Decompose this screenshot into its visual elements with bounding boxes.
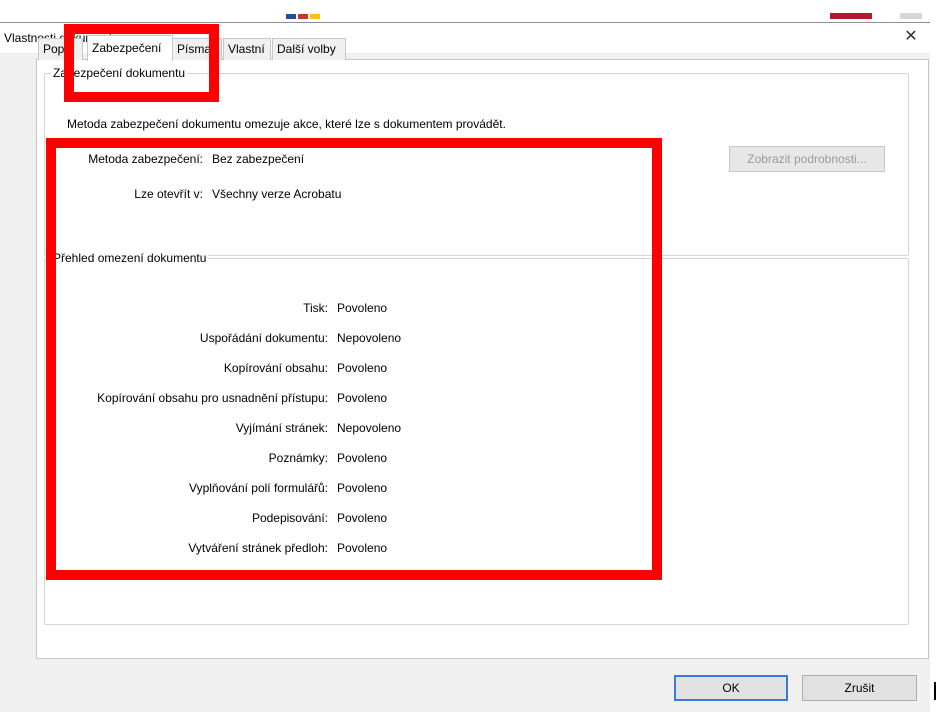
tab-description[interactable]: Popis [38,38,83,60]
restriction-value: Nepovoleno [337,421,402,435]
security-group-label: Zabezpečení dokumentu [51,66,188,80]
open-in-label: Lze otevřít v: [134,187,203,201]
restriction-value: Povoleno [337,511,388,525]
restriction-label: Podepisování: [251,511,328,525]
background-control [900,13,922,19]
tab-security[interactable]: Zabezpečení [87,35,173,61]
close-icon[interactable]: ✕ [900,26,922,48]
restriction-value: Nepovoleno [337,331,402,345]
restriction-value: Povoleno [337,451,388,465]
tab-fonts[interactable]: Písma [172,38,222,60]
restriction-label: Kopírování obsahu pro usnadnění přístupu… [97,391,328,405]
restriction-label: Poznámky: [268,451,328,465]
restriction-label: Vyjímání stránek: [235,421,328,435]
cancel-button[interactable]: Zrušit [802,675,917,701]
security-method-label: Metoda zabezpečení: [88,152,203,166]
restriction-value: Povoleno [337,391,388,405]
tab-custom[interactable]: Vlastní [223,38,271,60]
restriction-value: Povoleno [337,361,388,375]
background-logo [286,14,330,19]
restriction-value: Povoleno [337,301,388,315]
show-details-button[interactable]: Zobrazit podrobnosti... [729,146,885,172]
restriction-label: Kopírování obsahu: [223,361,328,375]
background-window-strip [0,0,946,22]
restrictions-group-label: Přehled omezení dokumentu [51,251,209,265]
security-method-value: Bez zabezpečení [212,152,305,166]
restriction-value: Povoleno [337,481,388,495]
restriction-label: Vyplňování polí formulářů: [189,481,328,495]
restriction-value: Povoleno [337,541,388,555]
background-flag [830,13,872,19]
ok-button[interactable]: OK [674,675,788,701]
restriction-label: Tisk: [303,301,328,315]
text-cursor [934,682,936,700]
restriction-label: Vytváření stránek předloh: [188,541,328,555]
tab-advanced[interactable]: Další volby [272,38,346,60]
restriction-label: Uspořádání dokumentu: [199,331,328,345]
security-description: Metoda zabezpečení dokumentu omezuje akc… [67,117,506,131]
open-in-value: Všechny verze Acrobatu [212,187,342,201]
